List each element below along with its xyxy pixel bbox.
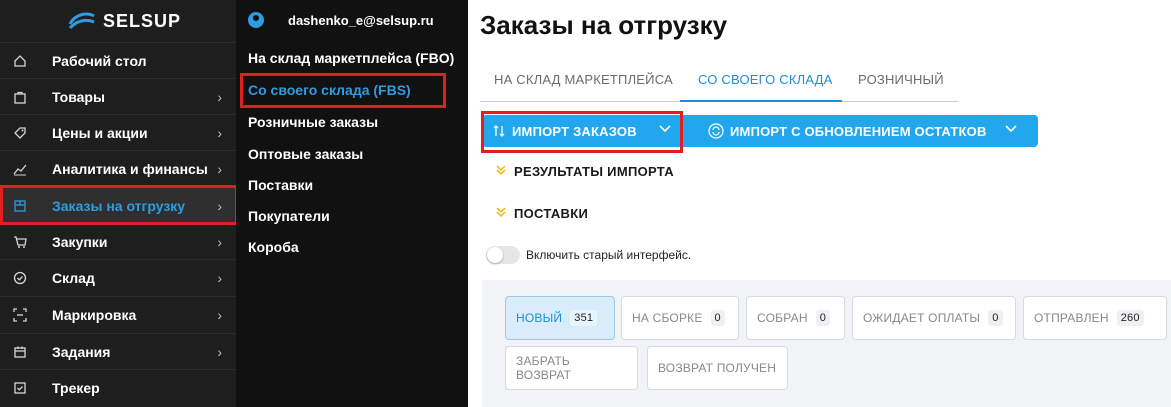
sidebar-item-analytics[interactable]: Аналитика и финансы ›: [0, 150, 236, 186]
tracker-icon: [12, 380, 28, 396]
sidebar-item-label: Аналитика и финансы: [52, 160, 208, 177]
submenu-item-fbo[interactable]: На склад маркетплейса (FBO): [248, 50, 454, 66]
status-chip-awaiting-payment[interactable]: ОЖИДАЕТ ОПЛАТЫ 0: [852, 296, 1016, 340]
sidebar-item-prices[interactable]: Цены и акции ›: [0, 114, 236, 150]
status-chip-count: 260: [1116, 310, 1144, 326]
status-chip-label: ОТПРАВЛЕН: [1034, 311, 1109, 325]
submenu-item-customers[interactable]: Покупатели: [248, 208, 330, 224]
submenu-item-retail[interactable]: Розничные заказы: [248, 114, 378, 130]
user-email: dashenko_e@selsup.ru: [288, 12, 434, 28]
sidebar-item-purchases[interactable]: Закупки ›: [0, 223, 236, 259]
status-chip-label: ЗАБРАТЬ ВОЗВРАТ: [516, 354, 572, 382]
sidebar-item-label: Склад: [52, 269, 95, 286]
page-title: Заказы на отгрузку: [480, 10, 728, 40]
old-interface-toggle-label: Включить старый интерфейс.: [526, 248, 692, 262]
selsup-logo-icon: [68, 12, 95, 30]
status-chip-assembling[interactable]: НА СБОРКЕ 0: [621, 296, 739, 340]
sidebar-item-products[interactable]: Товары ›: [0, 78, 236, 114]
sidebar-item-label: Товары: [52, 88, 105, 105]
status-filter-panel: НОВЫЙ 351 НА СБОРКЕ 0 СОБРАН 0 ОЖИДАЕТ О…: [482, 280, 1171, 407]
chevron-right-icon: ›: [217, 160, 222, 177]
main-content: Заказы на отгрузку НА СКЛАД МАРКЕТПЛЕЙСА…: [468, 0, 1171, 407]
status-chip-count: 0: [710, 310, 725, 326]
section-import-results-label: РЕЗУЛЬТАТЫ ИМПОРТА: [514, 164, 674, 179]
import-action-bar: ИМПОРТ ЗАКАЗОВ ИМПОРТ С ОБНОВЛЕНИЕМ ОСТА…: [482, 115, 1038, 147]
status-chip-count: 0: [988, 310, 1003, 326]
brand-logo[interactable]: SELSUP: [0, 0, 236, 42]
double-chevron-down-icon: [494, 206, 508, 221]
import-with-stock-dropdown-icon[interactable]: [1004, 121, 1018, 138]
cart-icon: [12, 234, 28, 250]
sidebar-item-label: Задания: [52, 343, 111, 360]
status-chip-count: 351: [570, 310, 598, 326]
chevron-right-icon: ›: [217, 88, 222, 105]
status-chip-count: 0: [815, 310, 831, 326]
status-chip-label: СОБРАН: [757, 311, 808, 325]
tab-own-warehouse[interactable]: СО СВОЕГО СКЛАДА: [698, 72, 833, 87]
sort-arrows-icon: [493, 125, 505, 137]
tab-marketplace-warehouse[interactable]: НА СКЛАД МАРКЕТПЛЕЙСА: [494, 72, 673, 87]
old-interface-toggle-row: Включить старый интерфейс.: [486, 246, 691, 264]
refresh-circle-icon: [708, 123, 724, 139]
section-import-results[interactable]: РЕЗУЛЬТАТЫ ИМПОРТА: [494, 164, 674, 179]
submenu-item-wholesale[interactable]: Оптовые заказы: [248, 146, 363, 162]
sidebar-item-desktop[interactable]: Рабочий стол: [0, 42, 236, 78]
submenu-panel: dashenko_e@selsup.ru На склад маркетплей…: [236, 0, 468, 407]
sidebar-item-label: Трекер: [52, 379, 100, 396]
status-chip-label: НА СБОРКЕ: [632, 311, 703, 325]
status-chip-label: НОВЫЙ: [516, 311, 563, 325]
check-circle-icon: [12, 270, 28, 286]
section-supplies[interactable]: ПОСТАВКИ: [494, 206, 588, 221]
status-chip-new[interactable]: НОВЫЙ 351: [505, 296, 615, 340]
status-chip-assembled[interactable]: СОБРАН 0: [746, 296, 845, 340]
sidebar-item-orders[interactable]: Заказы на отгрузку ›: [0, 187, 236, 223]
status-chip-label: ОЖИДАЕТ ОПЛАТЫ: [863, 311, 981, 325]
sidebar-item-label: Цены и акции: [52, 124, 148, 141]
calendar-icon: [12, 344, 28, 360]
section-supplies-label: ПОСТАВКИ: [514, 206, 589, 221]
chevron-right-icon: ›: [217, 197, 222, 214]
double-chevron-down-icon: [494, 164, 508, 179]
sidebar-item-tracker[interactable]: Трекер: [0, 369, 236, 405]
tab-retail[interactable]: РОЗНИЧНЫЙ: [858, 72, 944, 87]
import-with-stock-label: ИМПОРТ С ОБНОВЛЕНИЕМ ОСТАТКОВ: [730, 123, 987, 139]
user-row[interactable]: dashenko_e@selsup.ru: [248, 12, 434, 28]
old-interface-toggle[interactable]: [486, 246, 520, 264]
chevron-right-icon: ›: [217, 124, 222, 141]
box-icon: [12, 198, 28, 214]
chevron-right-icon: ›: [217, 343, 222, 360]
status-chip-pickup-return[interactable]: ЗАБРАТЬ ВОЗВРАТ: [505, 346, 638, 390]
import-with-stock-button[interactable]: ИМПОРТ С ОБНОВЛЕНИЕМ ОСТАТКОВ: [708, 115, 987, 147]
submenu-item-supplies[interactable]: Поставки: [248, 177, 313, 193]
sidebar-item-label: Закупки: [52, 233, 108, 250]
import-orders-button[interactable]: ИМПОРТ ЗАКАЗОВ: [492, 115, 637, 147]
submenu-item-fbs[interactable]: Со своего склада (FBS): [248, 82, 411, 98]
brand-name: SELSUP: [102, 10, 182, 31]
bag-icon: [12, 89, 28, 105]
sidebar-item-warehouse[interactable]: Склад ›: [0, 259, 236, 295]
import-orders-dropdown-icon[interactable]: [658, 121, 672, 138]
sidebar-item-label: Маркировка: [52, 306, 137, 323]
sidebar-item-label: Рабочий стол: [52, 52, 147, 69]
status-chip-shipped[interactable]: ОТПРАВЛЕН 260: [1023, 296, 1167, 340]
tab-bar: НА СКЛАД МАРКЕТПЛЕЙСА СО СВОЕГО СКЛАДА Р…: [480, 60, 958, 102]
sidebar: SELSUP Рабочий стол Товары › Цены и акци…: [0, 0, 236, 407]
status-chip-label: ВОЗВРАТ ПОЛУЧЕН: [658, 361, 777, 375]
scan-icon: [12, 307, 28, 323]
sidebar-item-tasks[interactable]: Задания ›: [0, 333, 236, 369]
submenu-item-boxes[interactable]: Короба: [248, 239, 299, 255]
chevron-right-icon: ›: [217, 269, 222, 286]
tag-icon: [12, 125, 28, 141]
chevron-right-icon: ›: [217, 306, 222, 323]
tab-active-indicator: [680, 100, 842, 102]
chart-icon: [12, 161, 28, 177]
sidebar-item-label: Заказы на отгрузку: [52, 197, 186, 214]
home-icon: [12, 53, 28, 69]
import-orders-label: ИМПОРТ ЗАКАЗОВ: [512, 123, 637, 139]
status-chip-return-received[interactable]: ВОЗВРАТ ПОЛУЧЕН: [647, 346, 788, 390]
chevron-right-icon: ›: [217, 233, 222, 250]
user-icon: [248, 12, 264, 28]
sidebar-item-marking[interactable]: Маркировка ›: [0, 296, 236, 332]
